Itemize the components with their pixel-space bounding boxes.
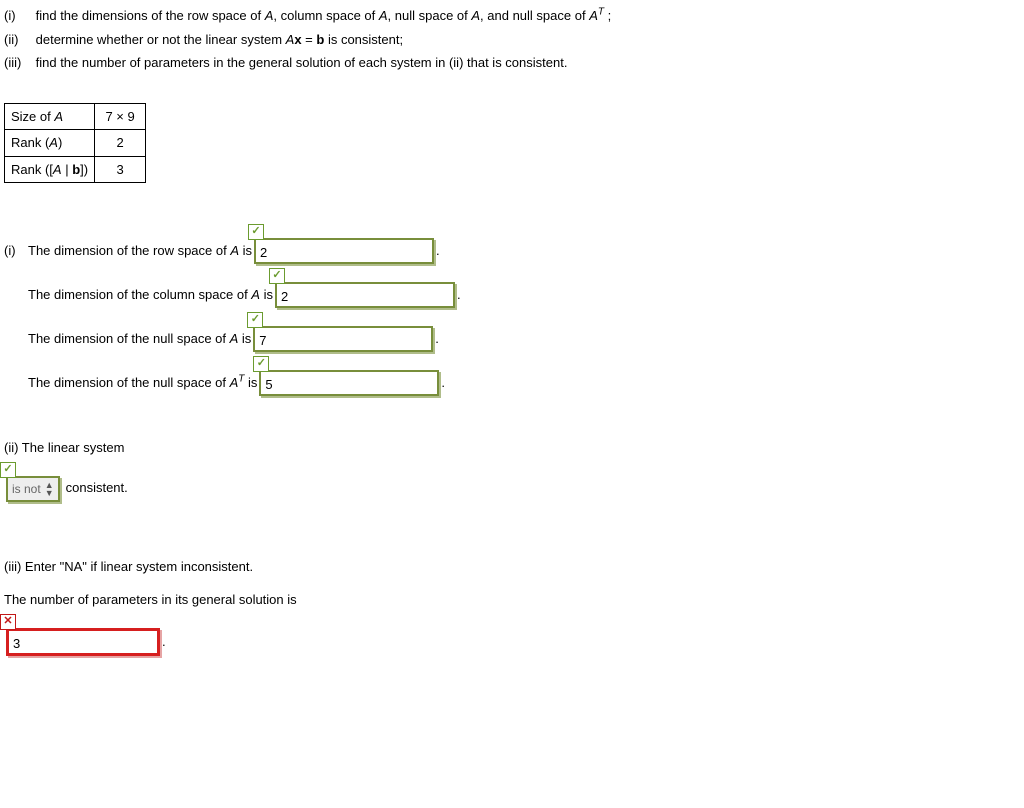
given-data-table: Size of A 7 × 9 Rank (A) 2 Rank ([A | b]… [4, 103, 146, 184]
null-space-at-input[interactable]: 5 [259, 370, 439, 396]
part-ii-heading: (ii) The linear system [4, 438, 1020, 458]
intro-line-iii: (iii) find the number of parameters in t… [4, 53, 1020, 73]
part-iii-heading: (iii) Enter "NA" if linear system incons… [4, 557, 1020, 577]
period: . [435, 329, 439, 353]
intro-line-ii: (ii) determine whether or not the linear… [4, 30, 1020, 50]
intro-text-iii: find the number of parameters in the gen… [36, 55, 568, 70]
parameters-text: The number of parameters in its general … [4, 590, 1020, 610]
roman-i: (i) [4, 6, 32, 26]
column-space-line: The dimension of the column space of A i… [4, 282, 1020, 308]
period: . [436, 241, 440, 265]
cross-icon: ✕ [0, 614, 16, 630]
table-row: Rank (A) 2 [5, 130, 146, 157]
null-space-at-field-wrap: ✓ 5 [259, 370, 439, 396]
cell-value: 7 × 9 [95, 103, 146, 130]
roman-ii: (ii) [4, 30, 32, 50]
null-space-field-wrap: ✓ 7 [253, 326, 433, 352]
consistency-line: ✓ is not ▲▼ consistent. [4, 476, 1020, 502]
cell-label: Rank (A) [5, 130, 95, 157]
check-icon: ✓ [269, 268, 285, 284]
column-space-text: The dimension of the column space of A i… [28, 285, 273, 309]
parameters-input[interactable]: 3 [6, 628, 160, 656]
cell-label: Size of A [5, 103, 95, 130]
part-i-label: (i) [4, 241, 28, 265]
consistency-after: consistent. [66, 478, 128, 502]
intro-line-i: (i) find the dimensions of the row space… [4, 6, 1020, 26]
consistency-field-wrap: ✓ is not ▲▼ [6, 476, 60, 502]
cell-value: 3 [95, 156, 146, 183]
cell-label: Rank ([A | b]) [5, 156, 95, 183]
table-row: Size of A 7 × 9 [5, 103, 146, 130]
select-arrows-icon: ▲▼ [45, 481, 54, 497]
null-space-at-text: The dimension of the null space of AT is [28, 373, 257, 397]
table-row: Rank ([A | b]) 3 [5, 156, 146, 183]
column-space-field-wrap: ✓ 2 [275, 282, 455, 308]
null-space-input[interactable]: 7 [253, 326, 433, 352]
check-icon: ✓ [247, 312, 263, 328]
intro-text-i: find the dimensions of the row space of … [36, 8, 612, 23]
cell-value: 2 [95, 130, 146, 157]
consistency-select[interactable]: is not ▲▼ [6, 476, 60, 502]
check-icon: ✓ [253, 356, 269, 372]
row-space-text: The dimension of the row space of A is [28, 241, 252, 265]
period: . [457, 285, 461, 309]
consistency-select-value: is not [12, 480, 41, 498]
null-space-at-line: The dimension of the null space of AT is… [4, 370, 1020, 396]
row-space-input[interactable]: 2 [254, 238, 434, 264]
part-iii: (iii) Enter "NA" if linear system incons… [4, 557, 1020, 656]
null-space-line: The dimension of the null space of A is … [4, 326, 1020, 352]
check-icon: ✓ [248, 224, 264, 240]
period: . [162, 632, 166, 656]
part-i: (i) The dimension of the row space of A … [4, 238, 1020, 396]
null-space-text: The dimension of the null space of A is [28, 329, 251, 353]
parameters-field-wrap: ✕ 3 [6, 628, 160, 656]
row-space-field-wrap: ✓ 2 [254, 238, 434, 264]
row-space-line: (i) The dimension of the row space of A … [4, 238, 1020, 264]
period: . [441, 373, 445, 397]
part-ii: (ii) The linear system ✓ is not ▲▼ consi… [4, 438, 1020, 502]
intro-text-ii: determine whether or not the linear syst… [36, 32, 403, 47]
parameters-line: ✕ 3 . [4, 628, 1020, 656]
column-space-input[interactable]: 2 [275, 282, 455, 308]
roman-iii: (iii) [4, 53, 32, 73]
check-icon: ✓ [0, 462, 16, 478]
